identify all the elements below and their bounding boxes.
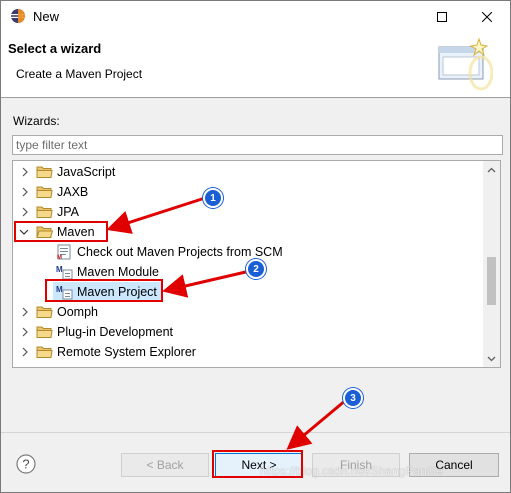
tree-item-jpa[interactable]: JPA: [13, 202, 483, 222]
svg-text:M: M: [57, 255, 62, 260]
wizard-banner-icon: [438, 37, 493, 91]
chevron-up-icon: [487, 167, 496, 172]
filter-input[interactable]: [12, 135, 503, 155]
folder-icon: [36, 166, 53, 178]
scroll-up-button[interactable]: [483, 161, 500, 178]
tree-item-plugin-development[interactable]: Plug-in Development: [13, 322, 483, 342]
chevron-right-icon: [22, 207, 28, 217]
svg-text:M: M: [56, 265, 63, 274]
eclipse-icon: [11, 9, 25, 23]
chevron-right-icon: [22, 167, 28, 177]
chevron-right-icon: [22, 187, 28, 197]
help-icon[interactable]: ?: [16, 454, 36, 474]
chevron-right-icon: [22, 327, 28, 337]
button-bar-separator: [1, 432, 510, 433]
folder-icon: [36, 186, 53, 198]
back-button[interactable]: < Back: [121, 453, 209, 477]
svg-text:?: ?: [22, 457, 29, 472]
tree-item-label: JPA: [57, 205, 79, 219]
tree-item-label: JavaScript: [57, 165, 116, 179]
maven-scm-icon: M: [57, 244, 71, 260]
tree-item-label: Oomph: [57, 305, 98, 319]
chevron-right-icon: [22, 307, 28, 317]
tree-scrollbar[interactable]: [483, 161, 500, 367]
close-button[interactable]: [464, 1, 510, 32]
tree-item-oomph[interactable]: Oomph: [13, 302, 483, 322]
page-description: Create a Maven Project: [16, 67, 143, 81]
window-title: New: [33, 9, 60, 24]
wizards-label: Wizards:: [13, 114, 60, 128]
tree-item-checkout-maven-scm[interactable]: M Check out Maven Projects from SCM: [13, 242, 483, 262]
tree-item-label: Plug-in Development: [57, 325, 174, 339]
annotation-box-maven-project: [45, 279, 163, 302]
annotation-box-maven: [14, 221, 108, 242]
folder-icon: [36, 346, 53, 358]
tree-item-javascript[interactable]: JavaScript: [13, 162, 483, 182]
tree-item-label: Remote System Explorer: [57, 345, 196, 359]
tree-item-label: JAXB: [57, 185, 89, 199]
tree-item-jaxb[interactable]: JAXB: [13, 182, 483, 202]
folder-icon: [36, 326, 53, 338]
annotation-box-next: [212, 450, 303, 478]
scroll-thumb[interactable]: [487, 257, 496, 305]
step-badge-2: 2: [246, 259, 266, 279]
page-title: Select a wizard: [8, 41, 102, 56]
chevron-right-icon: [22, 347, 28, 357]
title-bar: New: [1, 1, 510, 32]
maximize-button[interactable]: [419, 1, 465, 32]
new-wizard-dialog: New Select a wizard Create a Maven Proje…: [0, 0, 511, 493]
wizard-header: Select a wizard Create a Maven Project: [1, 32, 510, 98]
step-badge-1: 1: [203, 188, 223, 208]
chevron-down-icon: [487, 356, 496, 361]
close-icon: [482, 11, 492, 22]
tree-item-remote-system-explorer[interactable]: Remote System Explorer: [13, 342, 483, 362]
scroll-down-button[interactable]: [483, 350, 500, 367]
maven-module-icon: M: [56, 265, 73, 280]
folder-icon: [36, 206, 53, 218]
step-badge-3: 3: [343, 388, 363, 408]
folder-icon: [36, 306, 53, 318]
maximize-icon: [437, 11, 447, 22]
